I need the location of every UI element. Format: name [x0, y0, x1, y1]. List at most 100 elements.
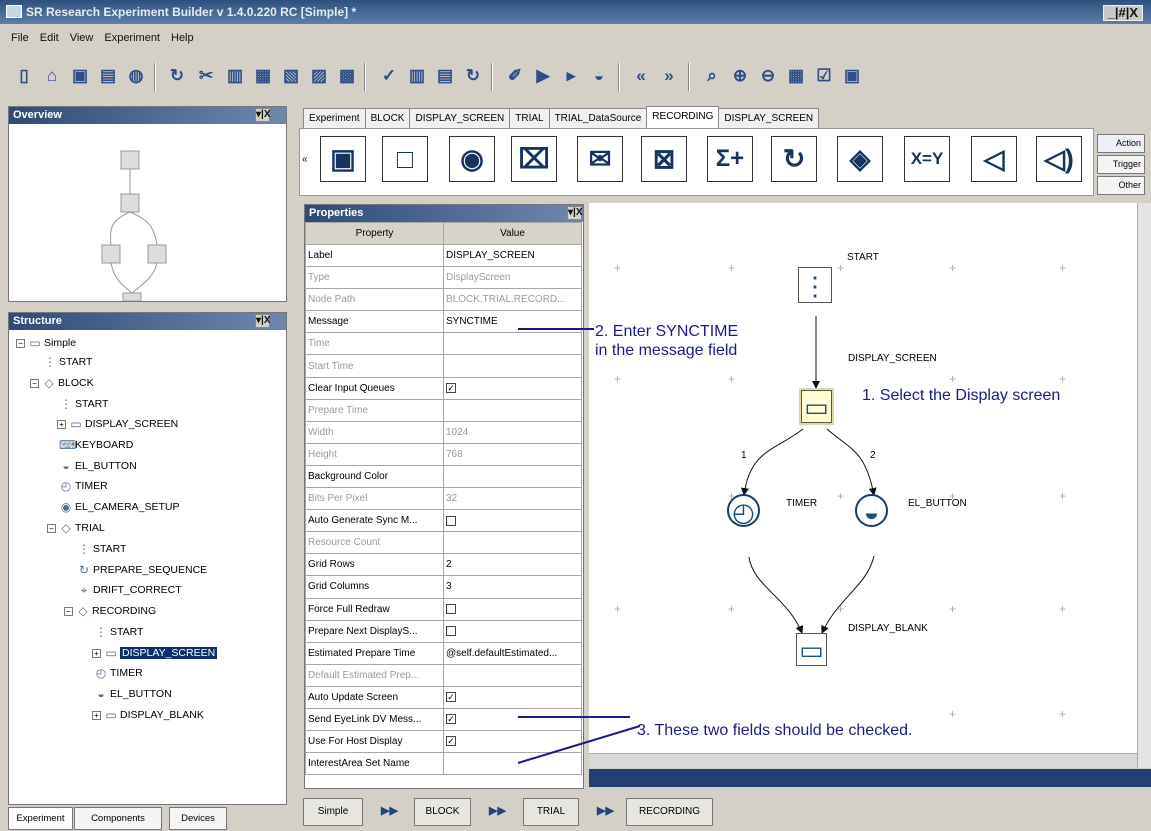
palette-category-action[interactable]: Action — [1097, 134, 1145, 153]
properties-controls[interactable]: ▾|X — [567, 206, 583, 220]
tab-recording[interactable]: RECORDING — [646, 106, 720, 129]
property-checkbox[interactable]: ✓ — [446, 692, 456, 703]
breadcrumb-item[interactable]: Simple — [303, 798, 363, 826]
sum-icon[interactable]: Σ+ — [707, 136, 753, 182]
tree-item[interactable]: ↻ PREPARE_SEQUENCE — [77, 562, 207, 578]
chart-icon[interactable]: ▥ — [407, 66, 427, 86]
property-value[interactable]: DisplayScreen — [443, 266, 582, 290]
tree-item[interactable]: ⋮ START — [43, 354, 92, 370]
play-icon[interactable]: ▸ — [561, 66, 581, 86]
tree-item[interactable]: ⌨KEYBOARD — [59, 437, 133, 453]
tree-expander-icon[interactable]: + — [92, 710, 101, 720]
settings-icon[interactable]: ▣ — [842, 66, 862, 86]
refresh-icon[interactable]: ↻ — [463, 66, 483, 86]
menu-help[interactable]: Help — [171, 32, 194, 44]
palette-scroll-left-icon[interactable]: « — [302, 154, 308, 165]
mouse-icon[interactable]: ⌧ — [511, 136, 557, 182]
tree-expander-icon[interactable]: + — [92, 648, 101, 658]
property-value[interactable]: DISPLAY_SCREEN — [443, 243, 582, 268]
tree-expander-icon[interactable]: − — [47, 523, 56, 533]
tree-expander-icon[interactable]: − — [64, 606, 73, 616]
display-screen-icon[interactable]: ▣ — [320, 136, 366, 182]
cut-icon[interactable]: ✂ — [196, 66, 216, 86]
tree-item[interactable]: ⋮ START — [77, 541, 126, 557]
structure-tree[interactable]: − ▭ Simple ⋮ START − ◇ BLOCK ⋮ START + ▭ DISPLAY_SCR… — [9, 330, 286, 804]
tree-item[interactable]: + ▭ DISPLAY_SCREEN — [57, 416, 178, 432]
overview-controls[interactable]: ▾|X — [255, 108, 271, 122]
property-checkbox[interactable] — [446, 603, 456, 614]
send-message-icon[interactable]: ✉ — [577, 136, 623, 182]
tree-item[interactable]: ◒ EL_BUTTON — [94, 686, 171, 702]
decision-icon[interactable]: ◈ — [837, 136, 883, 182]
window-controls[interactable]: _|#|X — [1102, 5, 1143, 21]
menu-experiment[interactable]: Experiment — [104, 32, 160, 44]
property-checkbox[interactable]: ✓ — [446, 714, 456, 725]
tree-item[interactable]: ◴ TIMER — [59, 478, 108, 494]
bottom-tab-components[interactable]: Components — [74, 807, 162, 830]
checkbox-icon[interactable]: ☑ — [814, 66, 834, 86]
flow-node-display-blank[interactable]: ▭ — [796, 633, 827, 666]
tree-item[interactable]: ◒ EL_BUTTON — [59, 458, 136, 474]
menu-view[interactable]: View — [70, 32, 94, 44]
palette-category-other[interactable]: Other — [1097, 176, 1145, 195]
flow-node-display-screen[interactable]: ▭ — [799, 388, 834, 425]
tree-item[interactable]: ⋮ START — [94, 624, 143, 640]
paste-icon[interactable]: ▦ — [253, 66, 273, 86]
breadcrumb-item[interactable]: BLOCK — [414, 798, 471, 826]
search-icon[interactable]: ⌕ — [702, 66, 722, 86]
property-row[interactable]: Type DisplayScreen — [305, 266, 582, 290]
save-icon[interactable]: ▣ — [70, 66, 90, 86]
print-icon[interactable]: ▤ — [98, 66, 118, 86]
tree-item[interactable]: − ◇ BLOCK — [30, 375, 94, 391]
tab-display-screen[interactable]: DISPLAY_SCREEN — [718, 108, 820, 129]
property-checkbox[interactable] — [446, 626, 456, 636]
flow-node-el-button[interactable]: ◒ — [855, 494, 888, 527]
flow-node-start[interactable]: ⋮ — [798, 267, 832, 303]
rewind-icon[interactable]: « — [631, 66, 651, 86]
display-blank-icon[interactable]: □ — [382, 136, 428, 182]
error-message-icon[interactable]: ⊠ — [641, 136, 687, 182]
menu-file[interactable]: File — [11, 32, 29, 44]
brush-icon[interactable]: ✐ — [505, 66, 525, 86]
tree-item[interactable]: ◴ TIMER — [94, 665, 143, 681]
zoom-in-icon[interactable]: ⊕ — [730, 66, 750, 86]
tree-expander-icon[interactable]: − — [16, 338, 25, 348]
tree-item[interactable]: ◉ EL_CAMERA_SETUP — [59, 499, 180, 515]
copy-icon[interactable]: ▥ — [225, 66, 245, 86]
tree-expander-icon[interactable]: − — [30, 378, 39, 388]
cube-icon[interactable]: ◍ — [126, 66, 146, 86]
property-row[interactable]: Label DISPLAY_SCREEN — [305, 243, 582, 268]
sound-icon[interactable]: ◁ — [971, 136, 1017, 182]
tree-item[interactable]: ⋮ START — [59, 396, 108, 412]
sound-volume-icon[interactable]: ◁) — [1036, 136, 1082, 182]
zoom-out-icon[interactable]: ⊖ — [758, 66, 778, 86]
flow-node-timer[interactable]: ◴ — [727, 494, 760, 527]
tree-item[interactable]: + ▭ DISPLAY_SCREEN — [92, 645, 218, 661]
tree-expander-icon[interactable]: + — [57, 419, 66, 429]
tree-item[interactable]: − ◇ RECORDING — [64, 603, 156, 619]
tree-item[interactable]: ⌖ DRIFT_CORRECT — [77, 582, 182, 598]
forward-icon[interactable]: » — [659, 66, 679, 86]
delete-icon[interactable]: ▧ — [281, 66, 301, 86]
property-checkbox[interactable] — [446, 515, 456, 526]
canvas-horizontal-scrollbar[interactable] — [589, 753, 1137, 768]
structure-controls[interactable]: ▾|X — [255, 314, 271, 328]
property-checkbox[interactable]: ✓ — [446, 736, 456, 747]
tab-display-screen[interactable]: DISPLAY_SCREEN — [409, 108, 511, 129]
bottom-tab-devices[interactable]: Devices — [169, 807, 227, 830]
hat-icon[interactable]: ◒ — [589, 66, 609, 86]
check-icon[interactable]: ✓ — [379, 66, 399, 86]
flow-canvas[interactable]: + + + + + + + + + + + + + + + + + + + + ⋮ START ▭ DISPLAY_SCRE… — [589, 203, 1137, 768]
note-icon[interactable]: ▤ — [435, 66, 455, 86]
rotate-icon[interactable]: ↻ — [771, 136, 817, 182]
new-file-icon[interactable]: ▯ — [14, 66, 34, 86]
assignment-icon[interactable]: X=Y — [904, 136, 950, 182]
tree-item[interactable]: − ◇ TRIAL — [47, 520, 105, 536]
tab-trial[interactable]: TRIAL — [509, 108, 550, 129]
layout-icon[interactable]: ▦ — [786, 66, 806, 86]
tree-root[interactable]: − ▭ Simple — [16, 335, 76, 351]
tree-item[interactable]: + ▭ DISPLAY_BLANK — [92, 707, 204, 723]
tab-block[interactable]: BLOCK — [364, 108, 411, 129]
redo-icon[interactable]: ↻ — [167, 66, 187, 86]
clear-icon[interactable]: ▨ — [309, 66, 329, 86]
